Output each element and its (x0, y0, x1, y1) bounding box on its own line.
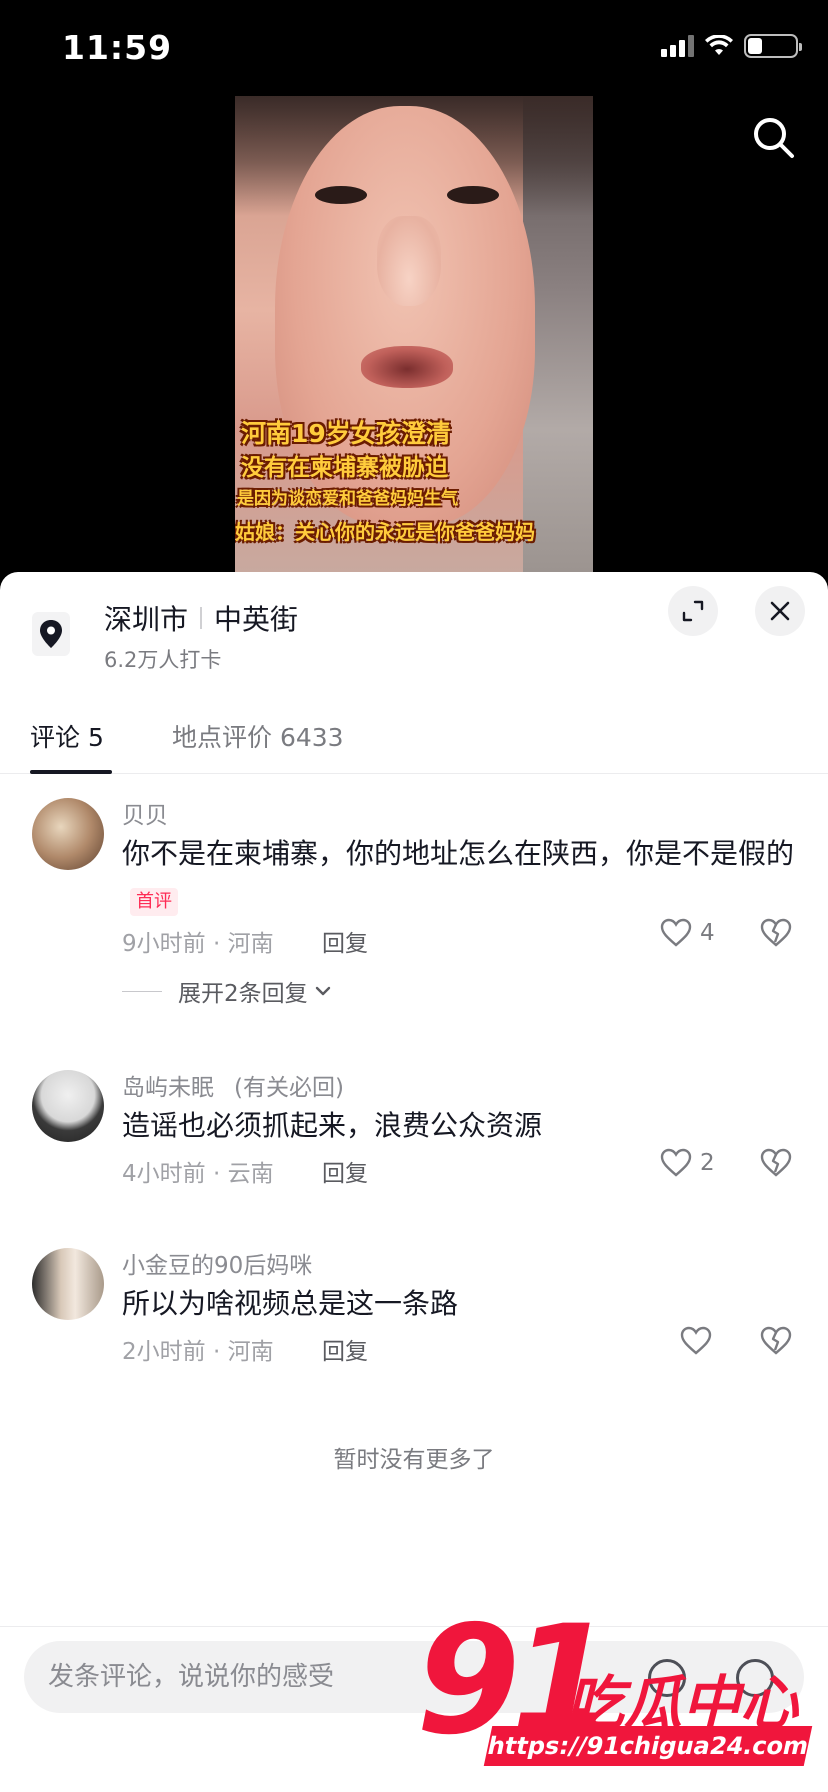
like-button[interactable]: 4 (660, 918, 715, 948)
reply-button[interactable]: 回复 (322, 1154, 368, 1188)
tab-active-indicator (30, 770, 112, 774)
watermark-url: https://91chigua24.com (483, 1726, 813, 1766)
comment-username[interactable]: 小金豆的90后妈咪 (122, 1246, 312, 1280)
no-more-text: 暂时没有更多了 (333, 1447, 495, 1473)
comment-username[interactable]: 岛屿未眠 (122, 1075, 214, 1101)
heart-icon (680, 1326, 712, 1355)
comment-meta: 4小时前 · 云南 (122, 1161, 274, 1187)
location-city: 深圳市 (104, 603, 189, 636)
comment-user-tag: (有关必回) (234, 1075, 344, 1101)
location-title[interactable]: 深圳市 中英街 (104, 598, 298, 638)
heart-icon (660, 918, 692, 947)
location-checkins: 6.2万人打卡 (104, 648, 222, 672)
reply-button[interactable]: 回复 (322, 1332, 368, 1366)
location-divider (200, 607, 203, 629)
heart-icon (660, 1148, 692, 1177)
expand-button[interactable] (668, 586, 718, 636)
signal-icon (661, 35, 694, 57)
like-button[interactable] (680, 1326, 712, 1356)
comment-text: 所以为啥视频总是这一条路 (122, 1287, 459, 1320)
avatar[interactable] (32, 1070, 104, 1142)
dislike-icon[interactable] (760, 1326, 792, 1356)
chevron-down-icon (315, 986, 330, 996)
expand-icon (682, 600, 704, 622)
comment-text: 造谣也必须抓起来，浪费公众资源 (122, 1109, 543, 1142)
expand-replies-line (122, 990, 162, 992)
comment-meta: 2小时前 · 河南 (122, 1339, 274, 1365)
avatar[interactable] (32, 1248, 104, 1320)
comment-username-row: 岛屿未眠 (有关必回) (122, 1068, 344, 1102)
status-time: 11:59 (62, 28, 173, 67)
like-count: 2 (700, 1150, 715, 1176)
dislike-icon[interactable] (760, 918, 792, 948)
dislike-icon[interactable] (760, 1148, 792, 1178)
like-count: 4 (700, 920, 715, 946)
first-comment-badge: 首评 (130, 888, 178, 916)
reply-button[interactable]: 回复 (322, 924, 368, 958)
comment-meta: 9小时前 · 河南 (122, 931, 274, 957)
video-caption-4: 姑娘：关心你的永远是你爸爸妈妈 (235, 520, 535, 544)
tab-place-reviews[interactable]: 地点评价 6433 (172, 718, 344, 754)
tab-bar: 评论 5 地点评价 6433 (0, 708, 828, 774)
location-pin-icon (32, 612, 70, 656)
video-caption-3: 是因为谈恋爱和爸爸妈妈生气 (237, 489, 458, 509)
video-frame: 河南19岁女孩澄清 没有在柬埔寨被胁迫 是因为谈恋爱和爸爸妈妈生气 姑娘：关心你… (235, 96, 593, 572)
video-caption-2: 没有在柬埔寨被胁迫 (241, 455, 448, 481)
avatar[interactable] (32, 798, 104, 870)
search-icon[interactable] (750, 114, 798, 162)
expand-replies-label: 展开2条回复 (178, 981, 308, 1007)
location-street: 中英街 (214, 603, 299, 636)
video-caption-1: 河南19岁女孩澄清 (241, 419, 451, 448)
comment-username[interactable]: 贝贝 (122, 796, 168, 830)
video-player[interactable]: 河南19岁女孩澄清 没有在柬埔寨被胁迫 是因为谈恋爱和爸爸妈妈生气 姑娘：关心你… (0, 96, 828, 572)
battery-icon (744, 34, 802, 58)
wifi-icon (705, 35, 733, 55)
tab-comments[interactable]: 评论 5 (30, 718, 104, 754)
comment-body: 你不是在柬埔寨，你的地址怎么在陕西，你是不是假的 (122, 837, 795, 870)
comment-text: 你不是在柬埔寨，你的地址怎么在陕西，你是不是假的首评 (122, 830, 802, 926)
like-button[interactable]: 2 (660, 1148, 715, 1178)
status-icons (661, 34, 802, 58)
close-button[interactable] (755, 586, 805, 636)
status-bar: 11:59 (0, 0, 828, 96)
watermark-logo: 91 吃瓜中心 https://91chigua24.com (416, 1594, 816, 1768)
expand-replies-button[interactable]: 展开2条回复 (122, 974, 334, 1008)
close-icon (770, 601, 790, 621)
